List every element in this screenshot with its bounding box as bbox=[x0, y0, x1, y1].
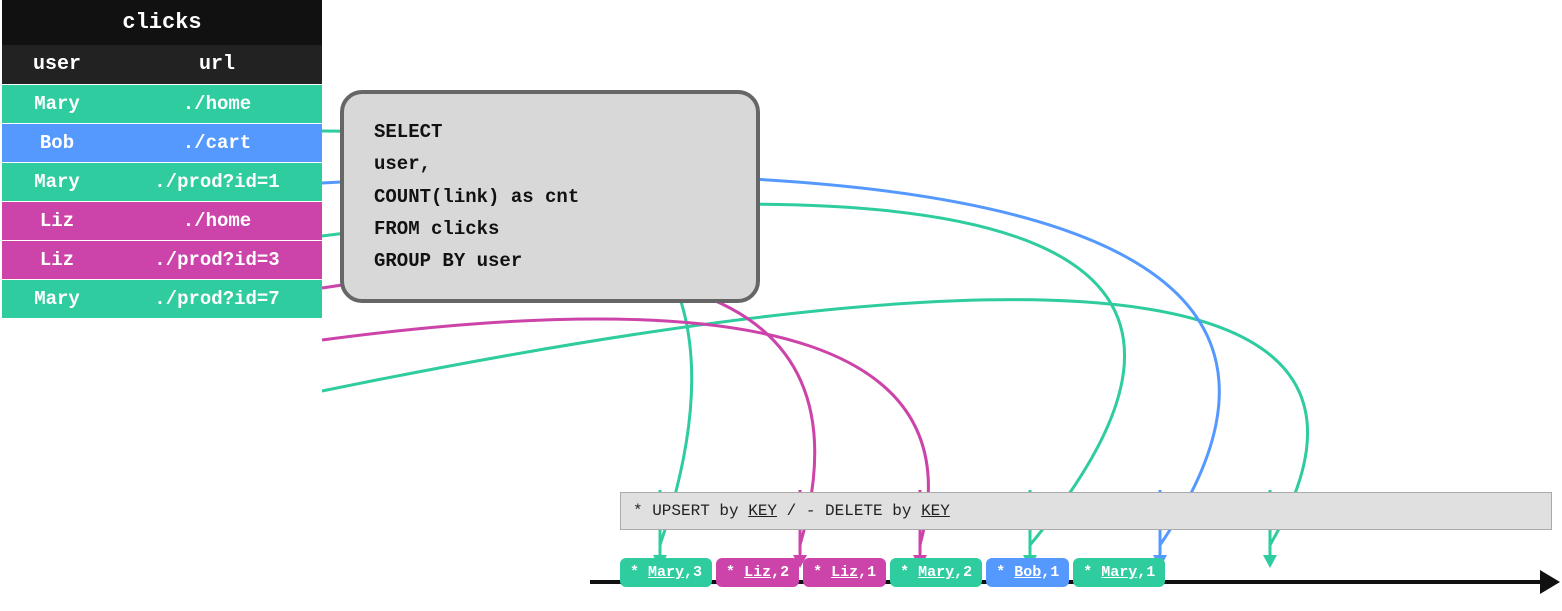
cell-user: Mary bbox=[2, 85, 112, 123]
header-user: user bbox=[2, 45, 112, 84]
cell-url: ./prod?id=1 bbox=[112, 163, 322, 201]
cell-url: ./home bbox=[112, 85, 322, 123]
sql-line4: FROM clicks bbox=[374, 213, 726, 245]
table-row: Liz ./prod?id=3 bbox=[2, 240, 322, 279]
table-row: Bob ./cart bbox=[2, 123, 322, 162]
table-header: user url bbox=[2, 45, 322, 84]
cell-url: ./cart bbox=[112, 124, 322, 162]
chips-row: * Mary,3* Liz,2* Liz,1* Mary,2* Bob,1* M… bbox=[620, 558, 1165, 587]
cell-user: Mary bbox=[2, 163, 112, 201]
sql-line2: user, bbox=[374, 148, 726, 180]
table-title: clicks bbox=[2, 0, 322, 45]
cell-user: Mary bbox=[2, 280, 112, 318]
output-note-text: * UPSERT by KEY / - DELETE by KEY bbox=[633, 502, 950, 520]
table-row: Liz ./home bbox=[2, 201, 322, 240]
cell-user: Liz bbox=[2, 202, 112, 240]
header-url: url bbox=[112, 45, 322, 84]
cell-url: ./prod?id=7 bbox=[112, 280, 322, 318]
output-chip: * Mary,2 bbox=[890, 558, 982, 587]
table-row: Mary ./home bbox=[2, 84, 322, 123]
output-chip: * Liz,1 bbox=[803, 558, 886, 587]
output-chip: * Mary,1 bbox=[1073, 558, 1165, 587]
output-strip: * UPSERT by KEY / - DELETE by KEY bbox=[620, 492, 1552, 530]
key-upsert: KEY bbox=[748, 502, 777, 520]
table-rows: Mary ./home Bob ./cart Mary ./prod?id=1 … bbox=[2, 84, 322, 318]
key-delete: KEY bbox=[921, 502, 950, 520]
sql-line3: COUNT(link) as cnt bbox=[374, 181, 726, 213]
clicks-table: clicks user url Mary ./home Bob ./cart M… bbox=[2, 0, 322, 318]
output-chip: * Liz,2 bbox=[716, 558, 799, 587]
table-row: Mary ./prod?id=7 bbox=[2, 279, 322, 318]
cell-user: Bob bbox=[2, 124, 112, 162]
sql-line5: GROUP BY user bbox=[374, 245, 726, 277]
cell-user: Liz bbox=[2, 241, 112, 279]
output-chip: * Mary,3 bbox=[620, 558, 712, 587]
cell-url: ./prod?id=3 bbox=[112, 241, 322, 279]
output-chip: * Bob,1 bbox=[986, 558, 1069, 587]
sql-box: SELECT user, COUNT(link) as cnt FROM cli… bbox=[340, 90, 760, 303]
sql-line1: SELECT bbox=[374, 116, 726, 148]
table-row: Mary ./prod?id=1 bbox=[2, 162, 322, 201]
cell-url: ./home bbox=[112, 202, 322, 240]
